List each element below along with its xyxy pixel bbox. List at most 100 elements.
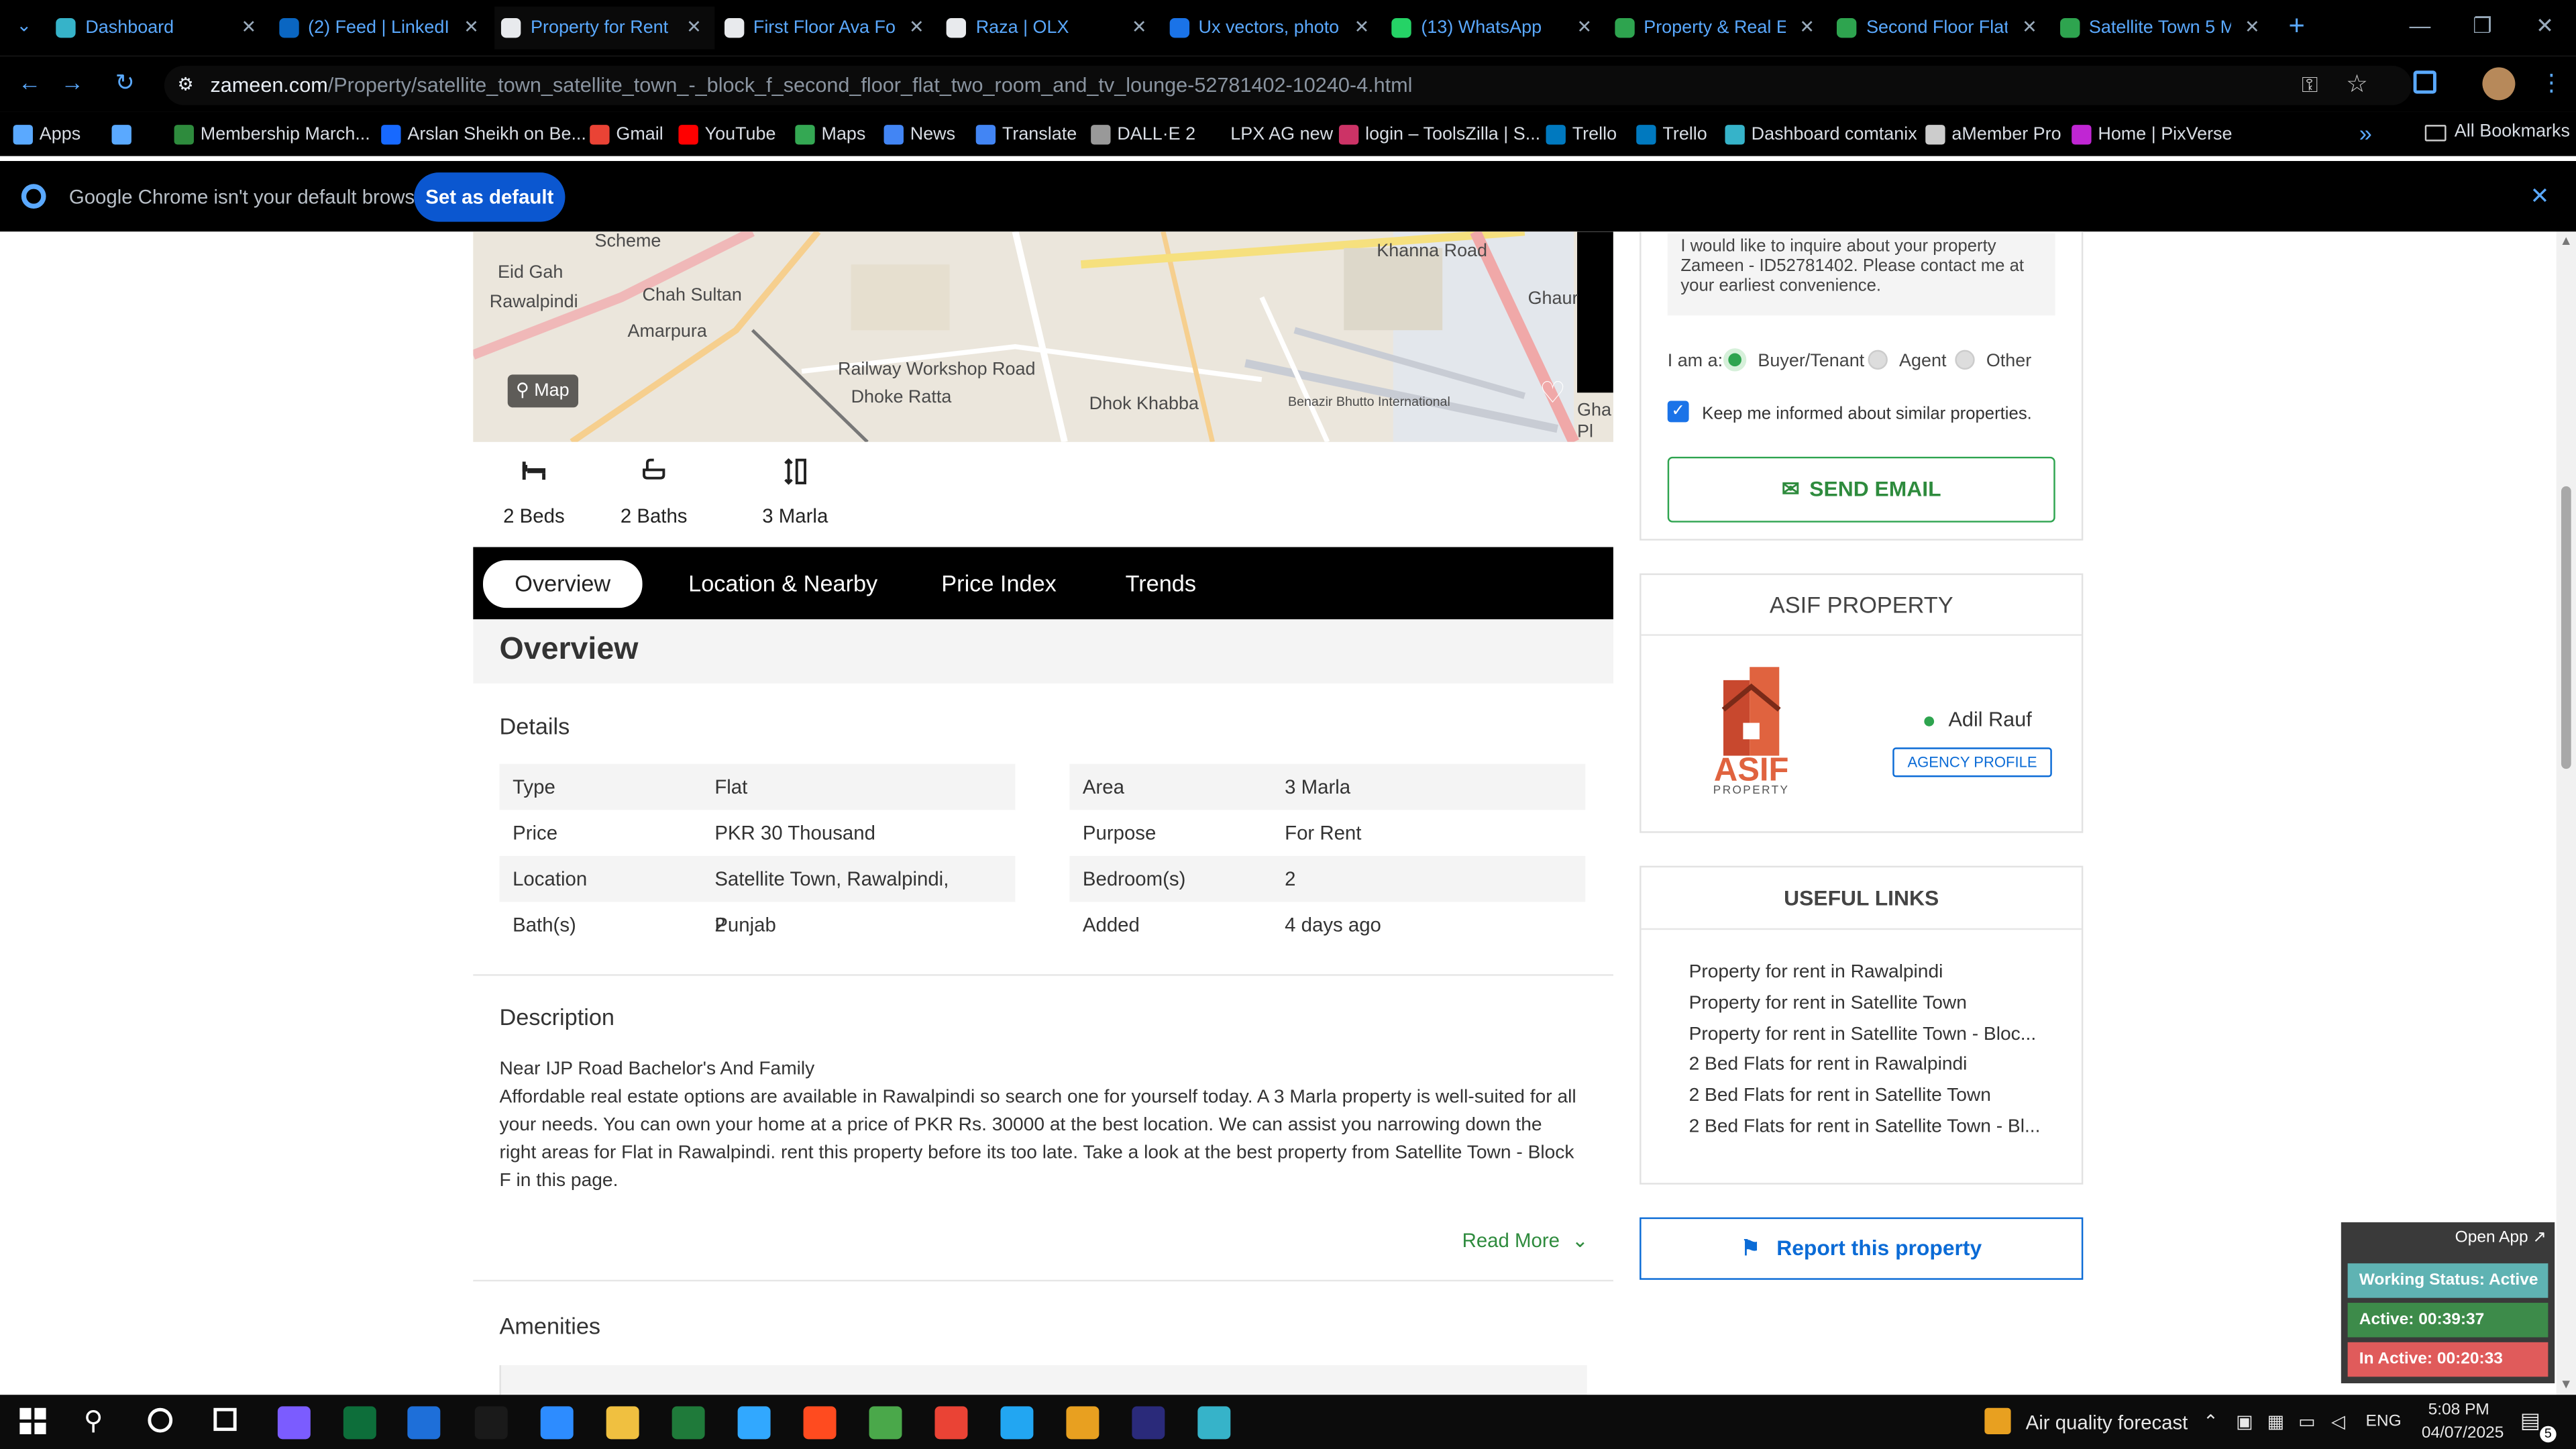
task-view-icon[interactable]	[213, 1407, 237, 1432]
bookmarks-overflow-icon[interactable]: »	[2359, 120, 2372, 146]
terminal-icon[interactable]	[407, 1406, 441, 1440]
all-bookmarks-link[interactable]: All Bookmarks	[2455, 121, 2570, 141]
tab-close-icon[interactable]: ✕	[464, 7, 479, 50]
agent-label[interactable]: Agent	[1899, 352, 1946, 371]
tab-search-chevron-icon[interactable]: ⌄	[16, 15, 32, 36]
premiere-icon[interactable]	[1066, 1406, 1099, 1440]
tab-close-icon[interactable]: ✕	[241, 7, 256, 50]
other-label[interactable]: Other	[1986, 352, 2031, 371]
bookmark-item[interactable]: aMember Pro	[1925, 121, 2061, 148]
tab-overview[interactable]: Overview	[483, 560, 643, 608]
file-explorer-icon[interactable]	[540, 1406, 574, 1440]
tab-close-icon[interactable]: ✕	[2245, 7, 2260, 50]
pen-icon[interactable]	[343, 1406, 376, 1440]
browser-tab[interactable]: Property for Rent ✕	[494, 6, 715, 50]
scrollbar[interactable]	[2556, 231, 2576, 1395]
meet-icon[interactable]: ▣	[2236, 1411, 2253, 1432]
green-app-icon-2[interactable]	[1197, 1406, 1231, 1440]
browser-tab[interactable]: (2) Feed | LinkedIn ✕	[272, 7, 492, 50]
report-property-button[interactable]: ⚑ Report this property	[1640, 1217, 2084, 1280]
edge-icon[interactable]	[277, 1406, 311, 1440]
tab-close-icon[interactable]: ✕	[1354, 7, 1370, 50]
message-textarea[interactable]: I would like to inquire about your prope…	[1667, 233, 2055, 316]
tab-close-icon[interactable]: ✕	[1577, 7, 1593, 50]
browser-tab[interactable]: (13) WhatsApp ✕	[1385, 7, 1605, 50]
tab-price-index[interactable]: Price Index	[941, 564, 1057, 603]
browser-tab[interactable]: Raza | OLX ✕	[940, 7, 1160, 50]
read-more-link[interactable]: Read More ⌄	[1462, 1229, 1589, 1252]
agency-profile-button[interactable]: AGENCY PROFILE	[1892, 747, 2052, 777]
bookmark-item[interactable]: Apps	[13, 121, 81, 148]
browser-tab[interactable]: Second Floor Flat ✕	[1830, 7, 2050, 50]
keep-informed-checkbox[interactable]: ✓	[1667, 400, 1689, 423]
radio-agent[interactable]	[1868, 350, 1888, 370]
bookmark-item[interactable]: Membership March...	[174, 121, 370, 148]
bookmark-star-icon[interactable]: ☆	[2346, 69, 2368, 99]
chrome-icon[interactable]	[869, 1406, 902, 1440]
useful-link[interactable]: 2 Bed Flats for rent in Rawalpindi	[1689, 1055, 1968, 1075]
favorite-heart-icon[interactable]: ♡	[1540, 376, 1566, 411]
useful-link[interactable]: Property for rent in Satellite Town	[1689, 994, 1967, 1013]
useful-link[interactable]: Property for rent in Satellite Town - Bl…	[1689, 1024, 2037, 1044]
browser-tab[interactable]: Property & Real E ✕	[1607, 7, 1827, 50]
site-info-icon[interactable]: ⚙	[177, 74, 193, 95]
clock-date[interactable]: 04/07/2025	[2422, 1424, 2504, 1442]
back-icon[interactable]: ←	[13, 69, 46, 95]
browser-tab[interactable]: Ux vectors, photo ✕	[1163, 7, 1383, 50]
bookmark-item[interactable]: LPX AG new	[1204, 121, 1333, 148]
bookmark-item[interactable]	[111, 121, 138, 148]
windows-start-icon[interactable]	[19, 1407, 46, 1434]
useful-link[interactable]: 2 Bed Flats for rent in Satellite Town	[1689, 1086, 1991, 1106]
useful-link[interactable]: 2 Bed Flats for rent in Satellite Town -…	[1689, 1117, 2041, 1136]
url-text[interactable]: zameen.com/Property/satellite_town_satel…	[210, 74, 1412, 97]
forward-icon[interactable]: →	[56, 69, 89, 95]
bookmark-item[interactable]: Trello	[1636, 121, 1707, 148]
tab-close-icon[interactable]: ✕	[2022, 7, 2037, 50]
tray-chevron-icon[interactable]: ⌃	[2203, 1411, 2218, 1432]
cortana-icon[interactable]	[148, 1407, 173, 1433]
tab-close-icon[interactable]: ✕	[686, 7, 702, 50]
vscode-icon[interactable]	[934, 1406, 968, 1440]
scroll-down-icon[interactable]: ▼	[2560, 1377, 2573, 1391]
chrome-menu-icon[interactable]: ⋮	[2540, 69, 2563, 97]
tab-close-icon[interactable]: ✕	[1799, 7, 1815, 50]
useful-link[interactable]: Property for rent in Rawalpindi	[1689, 963, 1943, 982]
open-app-link[interactable]: Open App ↗	[2455, 1229, 2546, 1247]
new-tab-button[interactable]: +	[2288, 10, 2304, 43]
bookmark-item[interactable]: Home | PixVerse	[2072, 121, 2233, 148]
bookmark-item[interactable]: login – ToolsZilla | S...	[1338, 121, 1540, 148]
extensions-icon[interactable]	[2413, 70, 2436, 94]
tab-close-icon[interactable]: ✕	[909, 7, 924, 50]
bookmark-item[interactable]: YouTube	[678, 121, 776, 148]
network-icon[interactable]: ▭	[2298, 1411, 2315, 1432]
scrollbar-thumb[interactable]	[2561, 486, 2571, 769]
minimize-icon[interactable]: —	[2389, 0, 2451, 56]
weather-text[interactable]: Air quality forecast	[2026, 1411, 2188, 1434]
photoshop-icon[interactable]	[672, 1406, 705, 1440]
bookmark-item[interactable]: Translate	[975, 121, 1077, 148]
profile-avatar[interactable]	[2482, 67, 2516, 101]
chrome-active-icon[interactable]	[1000, 1406, 1034, 1440]
bookmark-item[interactable]: News	[883, 121, 955, 148]
bookmark-item[interactable]: DALL·E 2	[1091, 121, 1195, 148]
radio-other[interactable]	[1955, 350, 1975, 370]
app-icon[interactable]	[1132, 1406, 1165, 1440]
search-icon[interactable]: ⚲	[84, 1405, 103, 1438]
tab-close-icon[interactable]: ✕	[1132, 7, 1147, 50]
notification-icon[interactable]: ▤	[2520, 1408, 2540, 1434]
illustrator-icon[interactable]	[737, 1406, 771, 1440]
map-button[interactable]: ⚲ Map	[507, 374, 578, 408]
excel-icon[interactable]	[606, 1406, 639, 1440]
weather-icon[interactable]	[1984, 1407, 2011, 1434]
tab-trends[interactable]: Trends	[1126, 564, 1196, 603]
location-map[interactable]: Dhoke HassuNorthSchemeEid GahRawalpindiC…	[473, 231, 1613, 442]
volume-icon[interactable]: ◁	[2331, 1411, 2345, 1432]
buyer-tenant-label[interactable]: Buyer/Tenant	[1758, 352, 1864, 371]
bookmark-item[interactable]: Trello	[1546, 121, 1617, 148]
language-indicator[interactable]: ENG	[2366, 1413, 2402, 1431]
zoom-icon[interactable]	[474, 1406, 508, 1440]
send-email-button[interactable]: ✉ SEND EMAIL	[1667, 456, 2055, 523]
screen-icon[interactable]: ▦	[2267, 1411, 2284, 1432]
bookmark-item[interactable]: Dashboard comtanix	[1725, 121, 1917, 148]
infobar-close-icon[interactable]: ✕	[2530, 182, 2549, 211]
